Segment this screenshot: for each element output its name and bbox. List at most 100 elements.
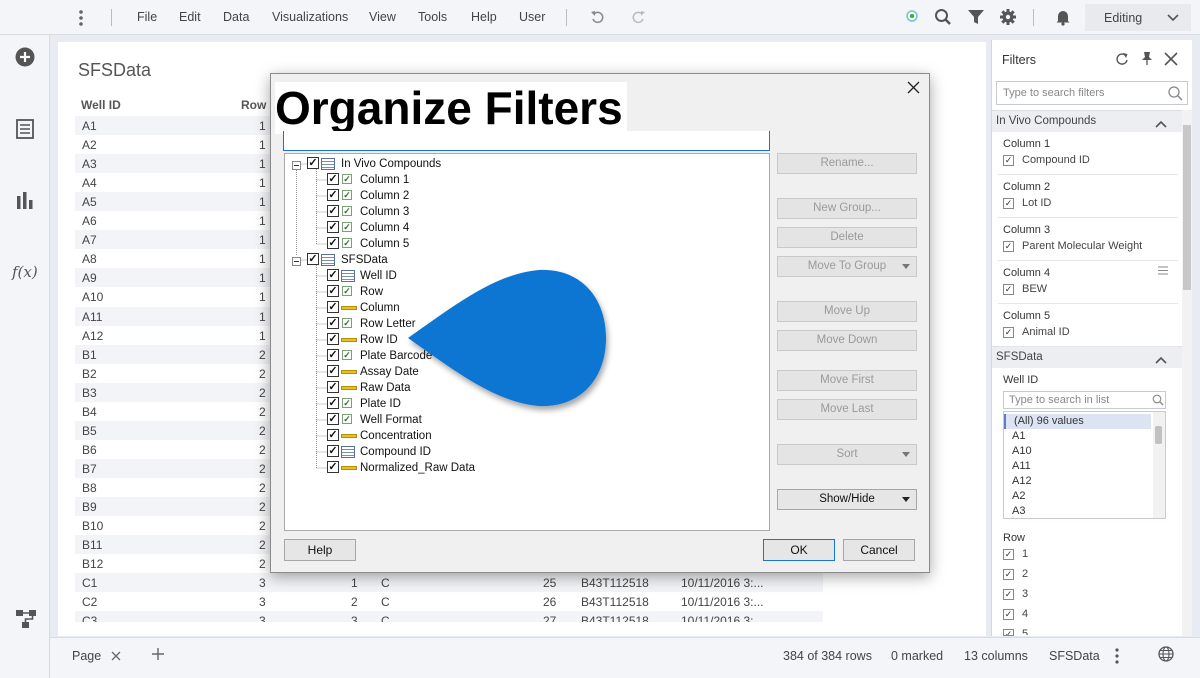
tree-item-label[interactable]: Column 3 xyxy=(360,206,409,218)
redo-icon[interactable] xyxy=(630,9,646,28)
tree-item-label[interactable]: Column 1 xyxy=(360,174,409,186)
tree-item-label[interactable]: Row xyxy=(360,286,383,298)
cancel-button[interactable]: Cancel xyxy=(843,539,915,561)
tree-item-label[interactable]: Column 2 xyxy=(360,190,409,202)
ok-button[interactable]: OK xyxy=(763,539,835,561)
data-flow-icon[interactable] xyxy=(15,609,37,632)
item-checkbox[interactable]: ✓ xyxy=(327,205,339,217)
item-checkbox[interactable]: ✓ xyxy=(327,413,339,425)
filter-checkbox[interactable]: ✓ xyxy=(1003,327,1014,338)
pin-icon[interactable] xyxy=(1141,51,1153,69)
filter-name-input[interactable] xyxy=(283,131,770,151)
table-row[interactable]: C1 3 1 C 25 B43T112518 10/11/2016 3:... xyxy=(75,573,823,593)
collapse-toggle-icon[interactable] xyxy=(292,159,301,173)
filter-checkbox[interactable]: ✓ xyxy=(1003,198,1014,209)
active-table-name[interactable]: SFSData xyxy=(1049,649,1100,663)
tree-item-label[interactable]: Compound ID xyxy=(360,446,431,458)
item-checkbox[interactable]: ✓ xyxy=(327,461,339,473)
chevron-up-icon[interactable] xyxy=(1155,353,1167,367)
menu-edit[interactable]: Edit xyxy=(179,10,201,24)
list-scrollbar[interactable] xyxy=(1153,412,1165,518)
item-checkbox[interactable]: ✓ xyxy=(327,269,339,281)
item-checkbox[interactable]: ✓ xyxy=(327,221,339,233)
page-tab[interactable]: Page xyxy=(72,649,101,663)
gear-icon[interactable] xyxy=(999,8,1017,29)
row-filter-checkbox[interactable]: ✓ xyxy=(1003,569,1014,580)
scrollbar-thumb[interactable] xyxy=(1155,426,1162,444)
list-value-item[interactable]: A11 xyxy=(1004,459,1151,474)
item-checkbox[interactable]: ✓ xyxy=(327,333,339,345)
column-header-well-id[interactable]: Well ID xyxy=(81,98,121,112)
item-checkbox[interactable]: ✓ xyxy=(327,285,339,297)
filter-checkbox[interactable]: ✓ xyxy=(1003,284,1014,295)
menu-help[interactable]: Help xyxy=(471,10,497,24)
move-first-button[interactable]: Move First xyxy=(777,370,917,391)
item-checkbox[interactable]: ✓ xyxy=(327,445,339,457)
filter-icon[interactable] xyxy=(967,8,985,29)
globe-icon[interactable] xyxy=(1158,646,1174,665)
group-checkbox[interactable]: ✓ xyxy=(307,253,319,265)
item-checkbox[interactable]: ✓ xyxy=(327,189,339,201)
move-down-button[interactable]: Move Down xyxy=(777,330,917,351)
help-button[interactable]: Help xyxy=(284,539,356,561)
item-checkbox[interactable]: ✓ xyxy=(327,381,339,393)
tree-item-label[interactable]: Column 5 xyxy=(360,238,409,250)
list-value-item[interactable]: A3 xyxy=(1004,504,1151,519)
tree-item-label[interactable]: Raw Data xyxy=(360,382,411,394)
close-tab-icon[interactable] xyxy=(111,650,121,664)
move-up-button[interactable]: Move Up xyxy=(777,301,917,322)
item-checkbox[interactable]: ✓ xyxy=(327,349,339,361)
tree-item-label[interactable]: Column 4 xyxy=(360,222,409,234)
list-value-item[interactable]: A10 xyxy=(1004,444,1151,459)
visualizations-chart-icon[interactable] xyxy=(16,190,34,213)
tree-item-label[interactable]: Row ID xyxy=(360,334,398,346)
item-checkbox[interactable]: ✓ xyxy=(327,397,339,409)
add-circle-icon[interactable] xyxy=(15,47,35,70)
filter-group-header[interactable]: SFSData xyxy=(992,346,1182,368)
move-last-button[interactable]: Move Last xyxy=(777,399,917,420)
list-search-input[interactable]: Type to search in list xyxy=(1003,391,1166,409)
menu-view[interactable]: View xyxy=(369,10,396,24)
table-row[interactable]: C3 3 3 C 27 B43T112518 10/11/2016 3: xyxy=(75,611,823,623)
filter-checkbox[interactable]: ✓ xyxy=(1003,241,1014,252)
group-checkbox[interactable]: ✓ xyxy=(307,157,319,169)
collapse-toggle-icon[interactable] xyxy=(292,255,301,269)
close-icon[interactable] xyxy=(1164,52,1178,69)
item-checkbox[interactable]: ✓ xyxy=(327,429,339,441)
menu-visualizations[interactable]: Visualizations xyxy=(272,10,348,24)
chevron-up-icon[interactable] xyxy=(1155,117,1167,131)
filter-search-input[interactable]: Type to search filters xyxy=(996,81,1188,105)
row-filter-checkbox[interactable]: ✓ xyxy=(1003,589,1014,600)
item-checkbox[interactable]: ✓ xyxy=(327,317,339,329)
reset-filters-icon[interactable] xyxy=(1115,52,1129,69)
item-checkbox[interactable]: ✓ xyxy=(327,173,339,185)
list-value-item[interactable]: A1 xyxy=(1004,429,1151,444)
row-filter-checkbox[interactable]: ✓ xyxy=(1003,629,1014,636)
list-value-item[interactable]: A12 xyxy=(1004,474,1151,489)
column-header-row[interactable]: Row xyxy=(241,98,266,112)
data-table-icon[interactable] xyxy=(16,119,34,142)
filter-checkbox[interactable]: ✓ xyxy=(1003,155,1014,166)
menu-data[interactable]: Data xyxy=(223,10,249,24)
item-checkbox[interactable]: ✓ xyxy=(327,365,339,377)
item-checkbox[interactable]: ✓ xyxy=(327,237,339,249)
row-filter-checkbox[interactable]: ✓ xyxy=(1003,609,1014,620)
row-filter-checkbox[interactable]: ✓ xyxy=(1003,549,1014,560)
tree-item-label[interactable]: Well ID xyxy=(360,270,397,282)
move-to-group-button[interactable]: Move To Group xyxy=(777,256,917,277)
list-value-item[interactable]: (All) 96 values xyxy=(1004,414,1151,429)
delete-button[interactable]: Delete xyxy=(777,227,917,248)
list-value-item[interactable]: A2 xyxy=(1004,489,1151,504)
tree-item-label[interactable]: Column xyxy=(360,302,400,314)
filters-panel-scrollbar[interactable] xyxy=(1182,110,1192,636)
undo-icon[interactable] xyxy=(590,9,606,28)
function-fx-icon[interactable]: f(x) xyxy=(12,263,38,281)
scrollbar-thumb[interactable] xyxy=(1183,125,1191,290)
more-vertical-icon[interactable] xyxy=(1115,648,1119,667)
item-checkbox[interactable]: ✓ xyxy=(327,301,339,313)
add-page-icon[interactable] xyxy=(151,647,165,664)
notifications-bell-icon[interactable] xyxy=(1054,8,1072,29)
menu-tools[interactable]: Tools xyxy=(418,10,447,24)
table-row[interactable]: C2 3 2 C 26 B43T112518 10/11/2016 3:... xyxy=(75,592,823,611)
filter-group-header[interactable]: In Vivo Compounds xyxy=(992,110,1182,132)
